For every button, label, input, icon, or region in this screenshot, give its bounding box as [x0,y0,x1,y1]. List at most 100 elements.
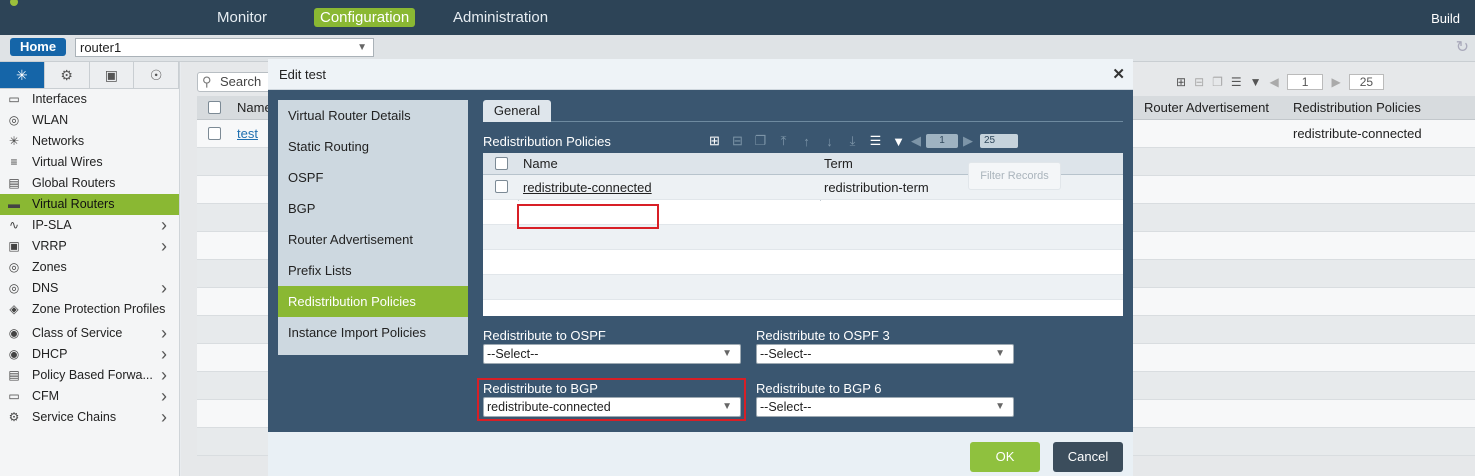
ospf3-select-value: --Select-- [760,347,812,361]
ospf-select[interactable]: --Select-- ▼ [483,344,741,364]
top-bar: Monitor Configuration Administration Bui… [0,0,1475,35]
sidebar-item-label: VRRP [32,239,67,253]
chevron-right-icon[interactable]: › [161,407,167,428]
chevron-right-icon[interactable]: › [161,278,167,299]
sidebar-item-global-routers[interactable]: ▤ Global Routers [0,173,179,194]
edit-dialog: Edit test ✕ Virtual Router Details Static… [268,59,1133,476]
select-all-checkbox[interactable] [495,157,508,170]
page-size-select[interactable]: 25 [1348,74,1385,90]
column-term[interactable]: Term [824,153,853,175]
select-all-checkbox[interactable] [208,101,221,114]
clone-icon[interactable]: ❐ [749,133,772,149]
ok-button[interactable]: OK [970,442,1040,472]
clone-icon[interactable]: ❐ [1212,75,1223,89]
chevron-right-icon[interactable]: › [161,215,167,236]
sidebar-item-zone-protection-profiles[interactable]: ◈ Zone Protection Profiles [0,299,179,323]
sidebar-item-label: IP-SLA [32,218,72,232]
columns-icon[interactable]: ☰ [1231,75,1242,89]
home-button[interactable]: Home [10,38,66,56]
close-icon[interactable]: ✕ [1112,65,1125,83]
dialog-title: Edit test [279,67,326,82]
sidebar-item-zones[interactable]: ◎ Zones [0,257,179,278]
column-redistribution-policies[interactable]: Redistribution Policies [1293,100,1421,115]
remove-icon[interactable]: ⊟ [1194,75,1204,89]
sidebar-item-virtual-wires[interactable]: ≡ Virtual Wires [0,152,179,173]
menu-item-ospf[interactable]: OSPF [278,162,468,193]
sidebar-item-cfm[interactable]: ▭ CFM › [0,386,179,407]
sidebar-item-label: DNS [32,281,59,295]
build-label[interactable]: Build [1431,11,1460,26]
sidebar-item-virtual-routers[interactable]: ▬ Virtual Routers [0,194,179,215]
sidebar-item-interfaces[interactable]: ▭ Interfaces [0,89,179,110]
menu-item-virtual-router-details[interactable]: Virtual Router Details [278,100,468,131]
network-icon[interactable]: ✳ [0,62,45,88]
table-row [483,250,1123,275]
policy-name-link[interactable]: redistribute-connected [523,175,652,200]
menu-item-instance-import-policies[interactable]: Instance Import Policies [278,317,468,348]
add-icon[interactable]: ⊞ [1176,75,1186,89]
ospf-select-value: --Select-- [487,347,539,361]
page-number[interactable]: 1 [1286,74,1324,90]
prev-page-icon[interactable]: ◀ [1270,75,1279,89]
highlight-policy-link [517,204,659,229]
policies-toolbar: ⊞ ⊟ ❐ ⤒ ↑ ↓ ⤓ ☰ ▼ ◀ 1 ▶ 25 [703,132,1018,150]
sidebar-item-class-of-service[interactable]: ◉ Class of Service › [0,323,179,344]
dialog-body: Virtual Router Details Static Routing OSPF… [268,90,1133,432]
chevron-right-icon[interactable]: › [161,236,167,257]
policy-term: redistribution-term [824,180,929,195]
chevron-right-icon[interactable]: › [161,386,167,407]
cancel-button[interactable]: Cancel [1053,442,1123,472]
gear-icon[interactable]: ⚙ [44,62,90,88]
page-number[interactable]: 1 [926,134,958,148]
global-routers-icon: ▤ [8,176,20,190]
row-checkbox[interactable] [208,127,221,140]
sidebar-item-dns[interactable]: ◎ DNS › [0,278,179,299]
filter-icon[interactable]: ▼ [1250,75,1262,89]
page-size-select[interactable]: 25 [980,134,1018,148]
row-name-link[interactable]: test [237,126,258,141]
chevron-down-icon: ▼ [995,348,1005,359]
bgp6-select[interactable]: --Select-- ▼ [756,397,1014,417]
next-page-icon[interactable]: ▶ [1331,75,1340,89]
sidebar-item-dhcp[interactable]: ◉ DHCP › [0,344,179,365]
sidebar-item-vrrp[interactable]: ▣ VRRP › [0,236,179,257]
menu-item-router-advertisement[interactable]: Router Advertisement [278,224,468,255]
move-bottom-icon[interactable]: ⤓ [841,133,864,149]
main-toolbar: ⊞ ⊟ ❐ ☰ ▼ ◀ 1 ▶ 25 [1176,72,1385,92]
menu-item-static-routing[interactable]: Static Routing [278,131,468,162]
next-page-icon[interactable]: ▶ [962,133,974,149]
menu-item-bgp[interactable]: BGP [278,193,468,224]
chevron-right-icon[interactable]: › [161,344,167,365]
sidebar-item-policy-based-forwa[interactable]: ▤ Policy Based Forwa... › [0,365,179,386]
sidebar-item-wlan[interactable]: ◎ WLAN [0,110,179,131]
move-down-icon[interactable]: ↓ [818,134,841,149]
refresh-icon[interactable]: ↻ [1456,37,1469,57]
nav-configuration[interactable]: Configuration [314,8,416,27]
column-name[interactable]: Name [523,153,558,175]
sidebar-item-service-chains[interactable]: ⚙ Service Chains › [0,407,179,428]
globe-gear-icon[interactable]: ☉ [134,62,179,88]
filter-icon[interactable]: ▼ [887,134,910,149]
nav-monitor[interactable]: Monitor [211,8,273,27]
chevron-right-icon[interactable]: › [161,323,167,344]
nav-administration[interactable]: Administration [447,8,554,27]
menu-item-redistribution-policies[interactable]: Redistribution Policies [278,286,468,317]
ospf3-select[interactable]: --Select-- ▼ [756,344,1014,364]
menu-item-prefix-lists[interactable]: Prefix Lists [278,255,468,286]
column-router-advertisement[interactable]: Router Advertisement [1144,100,1269,115]
prev-page-icon[interactable]: ◀ [910,133,922,149]
row-checkbox[interactable] [495,180,508,193]
chevron-right-icon[interactable]: › [161,365,167,386]
columns-icon[interactable]: ☰ [864,133,887,149]
remove-icon[interactable]: ⊟ [726,133,749,149]
move-up-icon[interactable]: ↑ [795,134,818,149]
sidebar-item-ip-sla[interactable]: ∿ IP-SLA › [0,215,179,236]
add-icon[interactable]: ⊞ [703,133,726,149]
sidebar-item-label: Service Chains [32,410,117,424]
tab-general[interactable]: General [483,100,551,122]
move-top-icon[interactable]: ⤒ [772,133,795,149]
cube-icon[interactable]: ▣ [89,62,135,88]
sidebar-item-networks[interactable]: ✳ Networks [0,131,179,152]
router-select[interactable]: router1 ▼ [75,38,374,57]
column-name[interactable]: Name [237,100,272,115]
